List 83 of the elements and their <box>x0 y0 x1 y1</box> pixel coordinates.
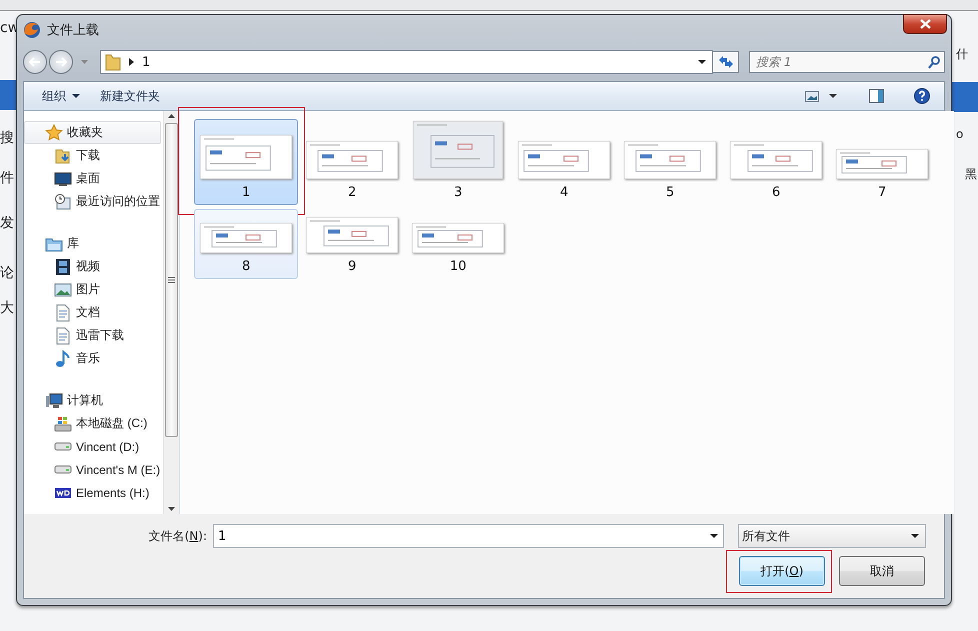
address-bar[interactable]: 1 <box>100 50 713 74</box>
refresh-icon <box>718 55 734 69</box>
nav-item[interactable]: Vincent (D:) <box>24 435 162 458</box>
background-text: 件 <box>0 169 14 188</box>
open-button[interactable]: 打开(O) <box>739 556 825 586</box>
caret-icon <box>698 60 706 64</box>
nav-item[interactable]: 本地磁盘 (C:) <box>24 412 162 435</box>
breadcrumb-arrow-icon <box>129 58 134 66</box>
nav-group[interactable]: 计算机 <box>24 389 162 412</box>
nav-item[interactable]: Elements (H:) <box>24 481 162 504</box>
nav-item[interactable]: Vincent's M (E:) <box>24 458 162 481</box>
file-type-dropdown[interactable]: 所有文件 <box>738 524 926 548</box>
clock-folder-icon <box>54 192 72 210</box>
pane-icon <box>869 89 884 103</box>
drive-icon <box>54 442 72 451</box>
download-folder-icon <box>54 146 72 164</box>
nav-item[interactable]: 最近访问的位置 <box>24 190 162 213</box>
help-icon <box>914 88 930 104</box>
caret-icon <box>911 534 919 538</box>
background-text: 什 <box>956 46 968 63</box>
background-text: o <box>956 126 964 143</box>
folder-icon <box>105 53 121 71</box>
close-icon <box>920 19 930 29</box>
document-icon <box>54 326 72 344</box>
nav-item[interactable]: 视频 <box>24 255 162 278</box>
caret-icon <box>829 94 837 98</box>
file-item[interactable]: 5 <box>618 119 722 205</box>
window-title: 文件上载 <box>47 22 99 39</box>
film-icon <box>54 258 72 276</box>
music-note-icon <box>54 350 72 368</box>
file-item[interactable]: 6 <box>724 119 828 205</box>
file-name-label: 文件名(N): <box>148 528 207 544</box>
file-item[interactable]: 1 <box>194 119 298 205</box>
drive-icon <box>54 465 72 474</box>
back-button[interactable] <box>23 50 47 74</box>
nav-item[interactable]: 下载 <box>24 144 162 167</box>
nav-group[interactable]: 库 <box>24 232 162 255</box>
caret-icon <box>710 534 718 538</box>
nav-item[interactable]: 桌面 <box>24 167 162 190</box>
close-button[interactable] <box>903 14 947 34</box>
file-item[interactable]: 9 <box>300 209 404 279</box>
file-item[interactable]: 7 <box>830 119 934 205</box>
new-folder-button[interactable]: 新建文件夹 <box>94 84 166 108</box>
grip-icon <box>168 277 176 283</box>
forward-button[interactable] <box>49 50 73 74</box>
browser-nav-bar <box>952 82 978 112</box>
nav-item[interactable]: 迅雷下载 <box>24 324 162 347</box>
landscape-icon <box>54 280 72 298</box>
file-item[interactable]: 10 <box>406 209 510 279</box>
browser-icon <box>23 21 41 39</box>
nav-item[interactable]: 图片 <box>24 278 162 301</box>
cancel-button[interactable]: 取消 <box>839 556 925 586</box>
file-item[interactable]: 4 <box>512 119 616 205</box>
browser-nav-bar <box>0 80 16 110</box>
file-item[interactable]: 8 <box>194 209 298 279</box>
nav-item[interactable]: 音乐 <box>24 347 162 370</box>
document-icon <box>54 304 72 322</box>
organize-menu[interactable]: 组织 <box>36 84 86 108</box>
nav-item[interactable]: 文档 <box>24 301 162 324</box>
monitor-icon <box>54 170 72 188</box>
view-icon <box>805 90 819 102</box>
star-icon <box>45 124 63 142</box>
caret-icon <box>72 94 80 98</box>
background-text: 搜 <box>0 129 14 148</box>
search-icon <box>928 56 940 69</box>
right-arrow-icon <box>55 57 67 67</box>
caret-icon <box>81 60 88 64</box>
background-text: 黑 <box>965 166 977 183</box>
computer-icon <box>45 392 63 410</box>
nav-group[interactable]: 收藏夹 <box>24 121 162 144</box>
file-name-field[interactable]: 1 <box>213 524 724 548</box>
left-arrow-icon <box>29 57 41 67</box>
windows-drive-icon <box>54 414 72 432</box>
background-text: 大 <box>0 299 14 318</box>
scrollbar[interactable] <box>163 111 180 514</box>
file-item[interactable]: 2 <box>300 119 404 205</box>
file-item[interactable]: 3 <box>406 119 510 205</box>
background-text: 论 <box>0 264 14 283</box>
scrollbar-thumb[interactable] <box>165 123 178 437</box>
refresh-button[interactable] <box>713 51 739 73</box>
breadcrumb[interactable]: 1 <box>142 54 150 70</box>
search-field[interactable]: 搜索 1 <box>749 51 945 73</box>
background-text: 发 <box>0 214 14 233</box>
